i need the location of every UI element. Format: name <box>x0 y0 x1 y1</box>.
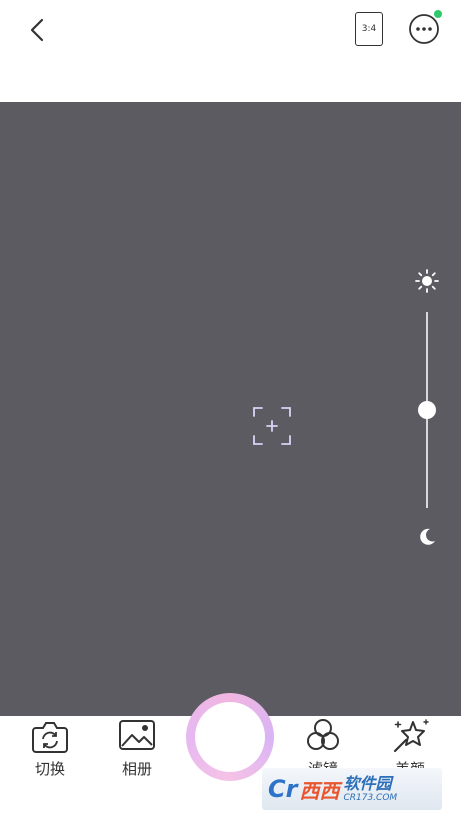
chevron-left-icon <box>30 18 44 42</box>
watermark-brand: 西西 <box>299 778 340 803</box>
watermark-text-group: 软件园 CR173.COM <box>343 773 398 803</box>
site-watermark: Cr 西西 软件园 CR173.COM <box>262 768 442 810</box>
watermark-logo: Cr <box>268 775 298 803</box>
moon-icon <box>420 528 435 545</box>
more-options-button[interactable] <box>408 13 440 45</box>
more-icon <box>409 14 439 44</box>
sun-icon <box>415 269 439 293</box>
watermark-url: CR173.COM <box>343 792 398 803</box>
camera-switch-icon <box>32 722 68 753</box>
notification-dot <box>434 10 442 18</box>
exposure-slider-thumb[interactable] <box>418 401 436 419</box>
camera-viewfinder[interactable] <box>0 102 461 716</box>
shutter-inner <box>195 702 265 772</box>
image-gallery-icon <box>119 720 155 750</box>
album-label: 相册 <box>121 760 152 778</box>
switch-camera-label: 切换 <box>34 760 65 778</box>
magic-wand-star-icon <box>393 719 429 753</box>
focus-frame-icon <box>253 407 291 445</box>
aspect-ratio-button[interactable]: 3:4 <box>355 12 383 46</box>
album-button[interactable]: 相册 <box>107 716 167 779</box>
top-bar: 3:4 <box>0 0 461 102</box>
exposure-slider[interactable] <box>414 312 440 508</box>
back-button[interactable] <box>24 14 54 46</box>
aspect-ratio-label: 3:4 <box>361 24 377 34</box>
switch-camera-button[interactable]: 切换 <box>20 716 80 779</box>
shutter-button[interactable] <box>186 693 274 781</box>
filter-circles-icon <box>307 719 339 750</box>
watermark-text: 软件园 <box>343 773 392 793</box>
